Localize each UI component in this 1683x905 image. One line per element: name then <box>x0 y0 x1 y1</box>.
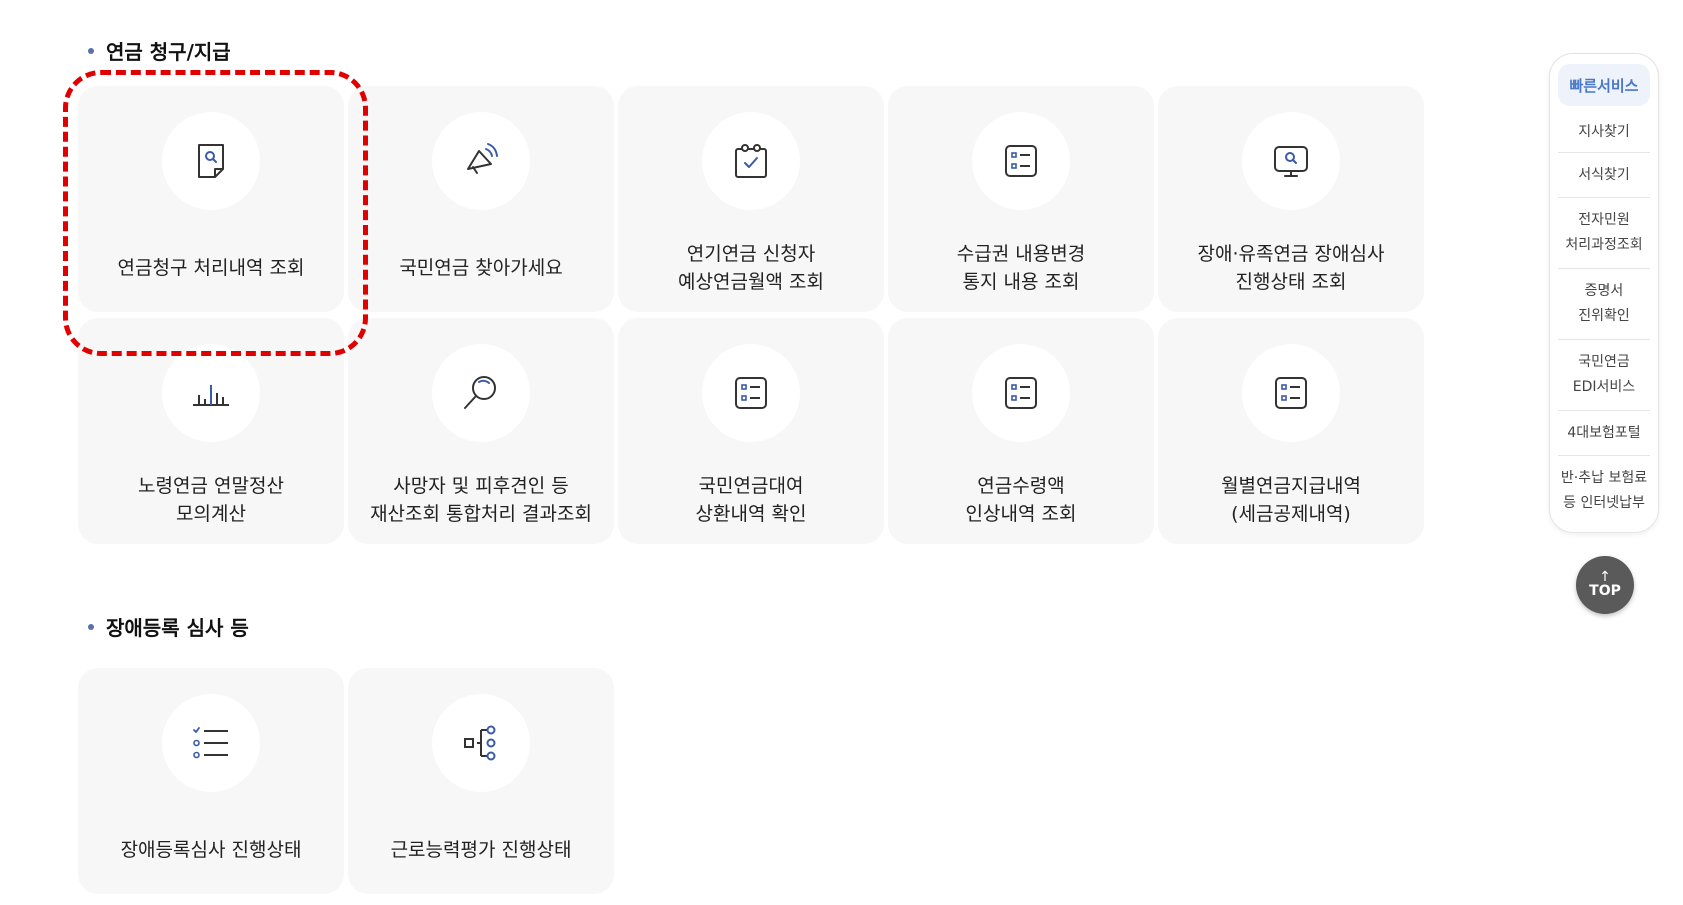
arrow-up-icon: ↑ <box>1599 569 1611 585</box>
bullet-dot <box>88 47 94 54</box>
magnifier-icon <box>464 376 496 409</box>
icon-circle <box>1242 112 1340 210</box>
top-label: TOP <box>1589 583 1621 599</box>
quick-item-internet-payment[interactable]: 반·추납 보험료 등 인터넷납부 <box>1558 455 1650 526</box>
card-label: 연기연금 신청자 예상연금월액 조회 <box>678 243 824 293</box>
card-work-ability[interactable]: 근로능력평가 진행상태 <box>348 668 614 894</box>
quick-service-title[interactable]: 빠른서비스 <box>1558 64 1650 106</box>
section-title-pension: 연금 청구/지급 <box>88 36 231 65</box>
quick-service-panel: 빠른서비스 지사찾기 서식찾기 전자민원 처리과정조회 증명서 진위확인 국민연… <box>1549 53 1659 533</box>
monitor-search-icon <box>1274 146 1308 177</box>
icon-circle <box>972 112 1070 210</box>
card-label: 연금청구 처리내역 조회 <box>117 257 305 279</box>
calendar-check-icon <box>735 144 767 178</box>
card-label: 사망자 및 피후견인 등 재산조회 통합처리 결과조회 <box>370 475 592 525</box>
section-title-disability: 장애등록 심사 등 <box>88 612 249 641</box>
card-label: 노령연금 연말정산 모의계산 <box>138 475 284 525</box>
card-loan-repayment[interactable]: 국민연금대여 상환내역 확인 <box>618 318 884 544</box>
card-pension-claim-status[interactable]: 연금청구 처리내역 조회 <box>78 86 344 312</box>
quick-item-edi-service[interactable]: 국민연금 EDI서비스 <box>1558 339 1650 410</box>
quick-item-branch-finder[interactable]: 지사찾기 <box>1558 112 1650 152</box>
icon-circle <box>432 112 530 210</box>
icon-circle <box>162 344 260 442</box>
icon-circle <box>162 112 260 210</box>
card-property-inquiry[interactable]: 사망자 및 피후견인 등 재산조회 통합처리 결과조회 <box>348 318 614 544</box>
quick-item-civil-complaint[interactable]: 전자민원 처리과정조회 <box>1558 197 1650 268</box>
scroll-top-button[interactable]: ↑ TOP <box>1576 556 1634 614</box>
card-label: 장애등록심사 진행상태 <box>120 839 302 861</box>
bullet-dot <box>88 623 94 630</box>
card-deferred-pension[interactable]: 연기연금 신청자 예상연금월액 조회 <box>618 86 884 312</box>
card-entitlement-change[interactable]: 수급권 내용변경 통지 내용 조회 <box>888 86 1154 312</box>
card-label: 월별연금지급내역 (세금공제내역) <box>1221 475 1361 525</box>
card-monthly-payment[interactable]: 월별연금지급내역 (세금공제내역) <box>1158 318 1424 544</box>
section-title-text: 장애등록 심사 등 <box>106 616 249 640</box>
icon-circle <box>162 694 260 792</box>
card-label: 근로능력평가 진행상태 <box>390 839 572 861</box>
document-search-icon <box>198 144 224 178</box>
quick-item-certificate-verify[interactable]: 증명서 진위확인 <box>1558 268 1650 339</box>
megaphone-icon <box>467 143 498 174</box>
icon-circle <box>972 344 1070 442</box>
list-box-icon <box>735 377 767 409</box>
icon-circle <box>1242 344 1340 442</box>
quick-item-form-finder[interactable]: 서식찾기 <box>1558 152 1650 197</box>
card-label: 수급권 내용변경 통지 내용 조회 <box>956 243 1086 293</box>
icon-circle <box>702 344 800 442</box>
card-tax-simulation[interactable]: 노령연금 연말정산 모의계산 <box>78 318 344 544</box>
list-box-icon <box>1005 377 1037 409</box>
bar-chart-icon <box>193 385 229 406</box>
process-flow-icon <box>464 725 496 761</box>
icon-circle <box>432 694 530 792</box>
list-box-icon <box>1275 377 1307 409</box>
quick-item-social-insurance-portal[interactable]: 4대보험포털 <box>1558 410 1650 455</box>
card-label: 장애·유족연금 장애심사 진행상태 조회 <box>1197 243 1385 293</box>
card-label: 국민연금대여 상환내역 확인 <box>695 475 807 525</box>
icon-circle <box>702 112 800 210</box>
list-box-icon <box>1005 145 1037 177</box>
card-pension-increase[interactable]: 연금수령액 인상내역 조회 <box>888 318 1154 544</box>
card-disability-registration[interactable]: 장애등록심사 진행상태 <box>78 668 344 894</box>
section-title-text: 연금 청구/지급 <box>106 40 231 64</box>
card-label: 국민연금 찾아가세요 <box>399 257 563 279</box>
icon-circle <box>432 344 530 442</box>
checklist-icon <box>193 727 228 759</box>
card-disability-review[interactable]: 장애·유족연금 장애심사 진행상태 조회 <box>1158 86 1424 312</box>
card-label: 연금수령액 인상내역 조회 <box>965 475 1077 525</box>
card-find-pension[interactable]: 국민연금 찾아가세요 <box>348 86 614 312</box>
